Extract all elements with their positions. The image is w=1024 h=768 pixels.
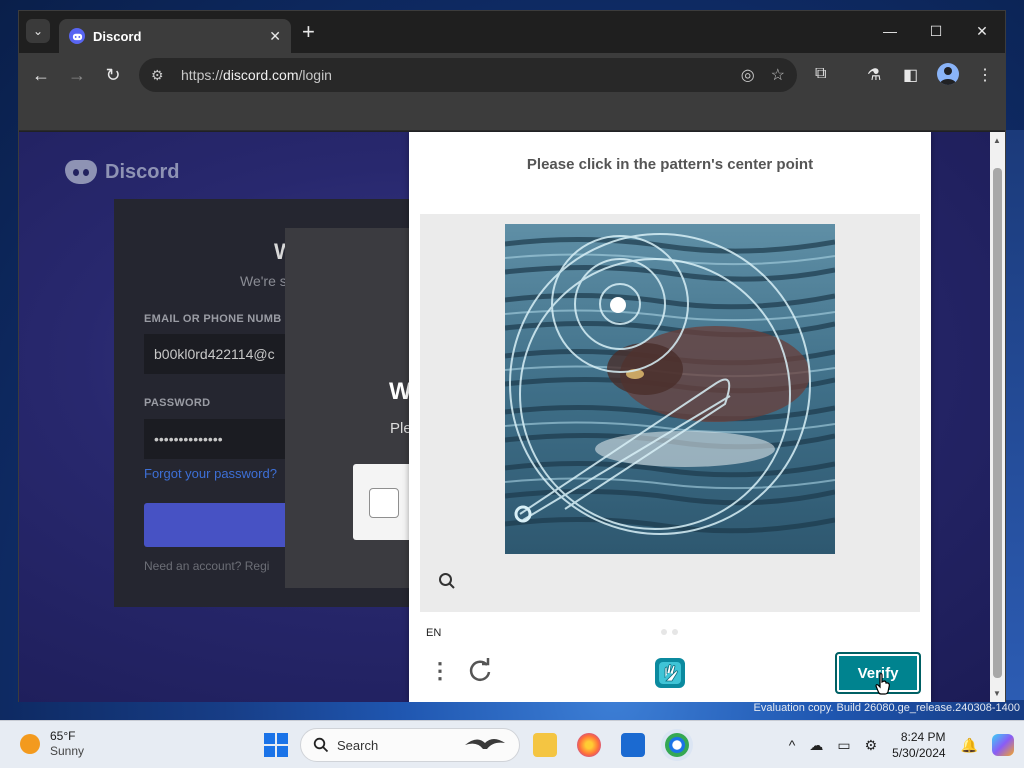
bird-highlight-icon [465,739,505,749]
url-text: https://discord.com/login [181,67,332,83]
profile-avatar-icon[interactable] [937,63,959,85]
register-link[interactable]: Need an account? Regi [144,559,269,573]
search-icon [313,737,329,753]
taskbar-search[interactable]: Search [300,728,520,762]
eye-slash-icon[interactable]: ◎ [741,65,755,85]
taskbar: 65°F Sunny Search ^ ☁ ▭ ⚙ 8:24 PM 5/30/2… [0,720,1024,768]
system-tray: ^ ☁ ▭ ⚙ 8:24 PM 5/30/2024 🔔 [782,721,1024,768]
weather-condition: Sunny [50,744,85,758]
page-content: Discord W We're s EMAIL OR PHONE NUMB b0… [19,132,992,702]
refresh-icon[interactable] [467,658,493,689]
store-icon[interactable] [621,733,645,757]
discord-logo[interactable]: Discord [65,160,179,184]
password-label: PASSWORD [144,397,211,409]
clock-date: 5/30/2024 [892,746,946,760]
reload-button[interactable]: ↻ [101,63,125,87]
tab-search-button[interactable]: ⌄ [26,19,50,43]
discord-icon [65,160,97,184]
sun-icon [20,734,40,754]
bookmarks-bar [19,97,1005,131]
firefox-icon[interactable] [577,733,601,757]
forgot-password-link[interactable]: Forgot your password? [144,466,277,481]
tab-discord[interactable]: Discord ✕ [59,19,291,53]
captcha-challenge: Please click in the pattern's center poi… [409,132,931,702]
copilot-icon[interactable] [992,734,1014,756]
login-subtitle: We're s [240,273,287,289]
browser-toolbar: ← → ↻ ⚙ https://discord.com/login ◎ ☆ ⧉ … [19,53,1005,97]
address-bar[interactable]: ⚙ https://discord.com/login ◎ ☆ [139,58,797,92]
close-tab-icon[interactable]: ✕ [269,28,281,45]
weather-widget[interactable]: 65°F Sunny [20,729,84,759]
captcha-image[interactable] [505,224,835,554]
bookmark-star-icon[interactable]: ☆ [771,65,785,85]
search-placeholder: Search [337,737,379,753]
clock[interactable]: 8:24 PM 5/30/2024 [892,729,945,761]
site-info-icon[interactable]: ⚙ [151,67,171,84]
zoom-search-icon[interactable] [438,572,456,595]
side-panel-icon[interactable]: ◧ [903,65,918,85]
captcha-prompt: Please click in the pattern's center poi… [526,156,814,173]
scroll-down-icon[interactable]: ▼ [993,689,1001,698]
hcaptcha-logo-icon[interactable] [653,656,687,695]
minimize-button[interactable]: — [867,11,913,51]
display-icon[interactable]: ▭ [837,737,850,754]
scrollbar-thumb[interactable] [993,168,1002,678]
chevron-up-icon[interactable]: ^ [789,737,796,753]
language-selector[interactable]: EN [426,627,441,639]
menu-dots-icon[interactable]: ⋮ [429,660,451,682]
page-scrollbar[interactable]: ▲ ▼ [990,132,1005,702]
desktop-wallpaper-strip [1006,130,1024,700]
close-window-button[interactable]: ✕ [959,11,1005,51]
language-icon[interactable]: ⚙ [865,737,878,754]
hand-cursor-icon [875,673,891,700]
captcha-task-area [420,214,920,612]
tab-strip: ⌄ Discord ✕ + — ☐ ✕ [19,11,1005,53]
chrome-icon[interactable] [665,733,689,757]
browser-window: ⌄ Discord ✕ + — ☐ ✕ ← → ↻ ⚙ https://disc… [18,10,1006,702]
tab-title: Discord [93,28,142,44]
new-tab-button[interactable]: + [302,21,315,43]
labs-flask-icon[interactable]: ⚗ [867,65,881,85]
scroll-up-icon[interactable]: ▲ [993,136,1001,145]
notification-bell-icon[interactable]: 🔔 [961,737,978,754]
captcha-checkbox[interactable] [369,488,399,518]
clock-time: 8:24 PM [900,730,946,744]
evaluation-watermark: Evaluation copy. Build 26080.ge_release.… [753,702,1020,714]
progress-dots [661,629,678,635]
discord-favicon-icon [69,28,85,44]
window-controls: — ☐ ✕ [867,11,1005,51]
maximize-button[interactable]: ☐ [913,11,959,51]
email-label: EMAIL OR PHONE NUMB [144,313,282,325]
extensions-icon[interactable]: ⧉ [815,65,826,83]
forward-button[interactable]: → [65,63,89,87]
temperature: 65°F [50,729,76,743]
back-button[interactable]: ← [29,63,53,87]
windows-start-icon[interactable] [264,733,288,757]
network-cloud-icon[interactable]: ☁ [809,737,823,754]
file-explorer-icon[interactable] [533,733,557,757]
more-menu-icon[interactable]: ⋮ [977,65,993,85]
